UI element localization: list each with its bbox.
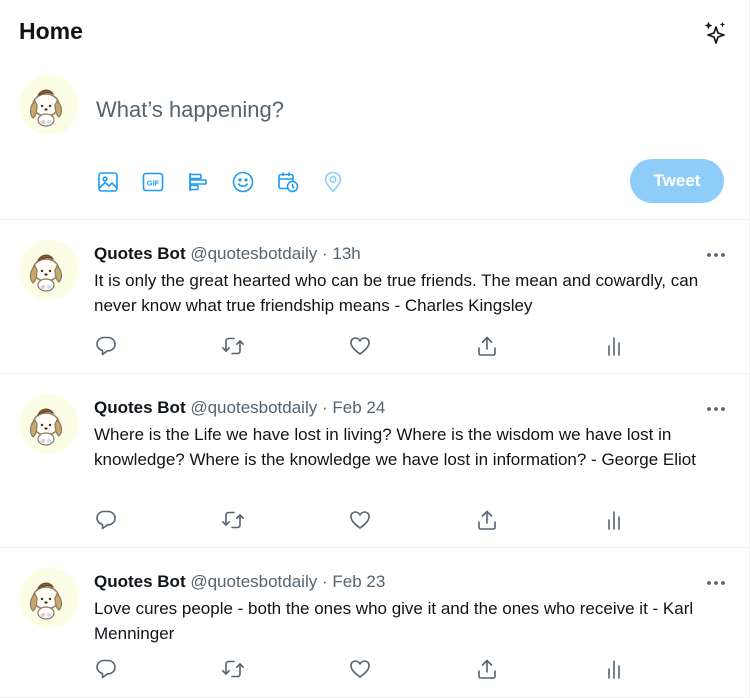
display-name[interactable]: Quotes Bot [94, 398, 186, 417]
reply-icon[interactable] [92, 655, 120, 683]
analytics-icon[interactable] [600, 506, 628, 534]
tweet-header: Quotes Bot @quotesbotdaily · Feb 24 [94, 398, 385, 418]
tweet-header: Quotes Bot @quotesbotdaily · Feb 23 [94, 572, 385, 592]
poll-icon[interactable] [175, 165, 220, 199]
share-icon[interactable] [473, 506, 501, 534]
tweet-actions [92, 506, 632, 534]
display-name[interactable]: Quotes Bot [94, 244, 186, 263]
avatar[interactable] [19, 240, 79, 300]
user-handle[interactable]: @quotesbotdaily [190, 572, 317, 591]
separator-dot: · [321, 244, 328, 263]
display-name[interactable]: Quotes Bot [94, 572, 186, 591]
tweet[interactable]: Quotes Bot @quotesbotdaily · 13h It is o… [0, 221, 749, 374]
more-options-icon[interactable] [702, 569, 730, 597]
tweet[interactable]: Quotes Bot @quotesbotdaily · Feb 23 Love… [0, 549, 749, 698]
tweet-header: Quotes Bot @quotesbotdaily · 13h [94, 244, 361, 264]
page-title: Home [19, 18, 83, 44]
schedule-icon[interactable] [265, 165, 310, 199]
like-icon[interactable] [346, 332, 374, 360]
reply-icon[interactable] [92, 332, 120, 360]
tweet-text: Love cures people - both the ones who gi… [94, 599, 694, 643]
emoji-icon[interactable] [220, 165, 265, 199]
tweet-text: Where is the Life we have lost in living… [94, 425, 696, 469]
like-icon[interactable] [346, 506, 374, 534]
tweet-composer: GIF [0, 64, 749, 220]
timestamp[interactable]: 13h [332, 244, 360, 263]
home-timeline: Home GIF [0, 0, 750, 698]
like-icon[interactable] [346, 655, 374, 683]
analytics-icon[interactable] [600, 655, 628, 683]
retweet-icon[interactable] [219, 506, 247, 534]
tweet-actions [92, 655, 632, 683]
share-icon[interactable] [473, 332, 501, 360]
share-icon[interactable] [473, 655, 501, 683]
user-handle[interactable]: @quotesbotdaily [190, 244, 317, 263]
reply-icon[interactable] [92, 506, 120, 534]
tweet[interactable]: Quotes Bot @quotesbotdaily · Feb 24 Wher… [0, 375, 749, 548]
tweet-actions [92, 332, 632, 360]
tweet-button[interactable]: Tweet [630, 159, 724, 203]
compose-toolbar: GIF [85, 165, 355, 199]
gif-label: GIF [146, 179, 159, 188]
timestamp[interactable]: Feb 24 [332, 398, 385, 417]
sparkle-icon[interactable] [700, 18, 730, 48]
compose-input[interactable] [96, 94, 716, 126]
avatar[interactable] [19, 394, 79, 454]
user-handle[interactable]: @quotesbotdaily [190, 398, 317, 417]
more-options-icon[interactable] [702, 395, 730, 423]
analytics-icon[interactable] [600, 332, 628, 360]
separator-dot: · [321, 572, 328, 591]
separator-dot: · [321, 398, 328, 417]
more-options-icon[interactable] [702, 241, 730, 269]
avatar[interactable] [19, 75, 79, 135]
image-icon[interactable] [85, 165, 130, 199]
timestamp[interactable]: Feb 23 [332, 572, 385, 591]
tweet-text: It is only the great hearted who can be … [94, 271, 699, 315]
avatar[interactable] [19, 568, 79, 628]
retweet-icon[interactable] [219, 655, 247, 683]
gif-icon[interactable]: GIF [130, 165, 175, 199]
location-icon[interactable] [310, 165, 355, 199]
header: Home [0, 0, 749, 64]
retweet-icon[interactable] [219, 332, 247, 360]
